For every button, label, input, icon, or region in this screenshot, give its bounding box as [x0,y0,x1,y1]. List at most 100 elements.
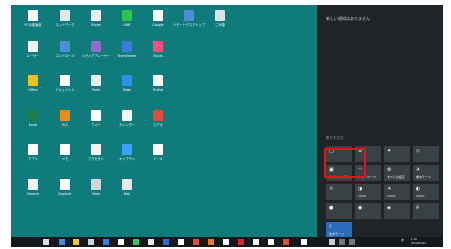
quick-action-tile[interactable]: ⌾ [413,203,439,219]
mail-taskbar-icon[interactable] [103,239,109,245]
app-icon [91,10,101,21]
quick-action-tile[interactable]: ☀ 100% [384,184,410,200]
network-icon[interactable] [380,239,386,245]
desktop-icon[interactable]: アクセサリ [79,142,113,172]
app-icon [153,144,163,155]
quick-action-tile[interactable]: ✦ [384,146,410,162]
desktop-icon[interactable]: カレンダー [110,108,144,138]
desktop-icon[interactable]: Firefox [141,73,175,103]
app-icon [122,41,132,52]
app-taskbar-icon-7[interactable] [223,239,229,245]
quick-action-tile[interactable]: ◈ [384,203,410,219]
desktop-icon[interactable]: コントロール [48,39,82,69]
app-icon [60,41,70,52]
app-taskbar-icon-1[interactable] [118,239,124,245]
desktop-icon[interactable]: Skype [79,8,113,38]
desktop-icon[interactable]: フォト [79,108,113,138]
app-taskbar-icon-2[interactable] [133,239,139,245]
app-icon [153,41,163,52]
quick-action-tile[interactable]: ● [326,203,352,219]
quick-action-tile[interactable]: ☾ 集中モード [326,222,352,238]
app-taskbar-icon-12[interactable] [301,239,307,245]
clock[interactable]: 1:16 2019/03/01 [411,238,426,245]
app-taskbar-icon-11[interactable] [283,239,289,245]
search-icon[interactable] [29,239,35,245]
app-icon [60,10,70,21]
quick-action-tile[interactable]: ◉ [355,203,381,219]
desktop-icon[interactable]: VLC [48,108,82,138]
desktop-icon[interactable]: Edge [110,73,144,103]
desktop-icon[interactable]: ネットワーク [48,8,82,38]
desktop-icon[interactable]: LINE [110,8,144,38]
app-icon [153,75,163,86]
desktop-icon[interactable]: ビデオ [141,108,175,138]
desktop-icon[interactable]: ごみ箱 [203,8,237,38]
quick-action-tile[interactable]: ✈ 機内モード [413,165,439,181]
desktop-icon[interactable]: PCの最適化 [16,8,50,38]
desktop-icon-label: キャプチャ [119,157,135,161]
desktop-icon[interactable]: iTunes [141,39,175,69]
desktop-icon-label: TeamViewer [117,54,137,58]
desktop-icon[interactable]: ツール [141,142,175,172]
action-center-panel: 新しい通知はありません 折りたたむ □ ⚙ ✦ ◇ ▣ タブレットモード ◠ ネットワーク ⚙ す… [317,5,443,238]
app-icon [91,110,101,121]
desktop-icon[interactable]: Chrome [16,177,50,207]
app-taskbar-icon-8[interactable] [238,239,244,245]
quick-action-icon: ◑ [358,186,363,192]
chrome-taskbar-icon[interactable] [178,239,184,245]
tray-app-icon[interactable] [329,239,335,245]
quick-action-label: 100% [358,194,367,198]
quick-action-label: 100% [416,194,425,198]
ime-indicator[interactable]: あ [401,238,404,242]
quick-action-tile[interactable]: ◐ 100% [413,184,439,200]
app-taskbar-icon-9[interactable] [253,239,259,245]
desktop-icon[interactable]: TeamViewer [110,39,144,69]
app-taskbar-icon-10[interactable] [268,239,274,245]
desktop-icon-label: PCの最適化 [24,23,42,27]
tray-icon-3[interactable] [349,239,355,245]
desktop-icon[interactable]: アプリ [16,142,50,172]
app-taskbar-icon-6[interactable] [208,239,214,245]
desktop-icon[interactable]: ドキュメント [48,73,82,103]
desktop-icon[interactable]: ユーザー [16,39,50,69]
desktop-icon-label: Explorer [58,192,72,196]
desktop-icon-label: ネットワーク [55,23,75,27]
quick-action-icon: ⌾ [416,205,420,211]
volume-icon[interactable] [389,239,395,245]
desktop-icon[interactable]: Paint [79,73,113,103]
desktop-icon[interactable]: Mail [110,177,144,207]
quick-action-icon: ⚙ [387,167,392,173]
desktop-icon[interactable]: リモートデスクトップ [172,8,206,38]
quick-action-icon: ◐ [416,186,421,192]
app-taskbar-icon-3[interactable] [148,239,154,245]
show-hidden-icons-icon[interactable] [371,239,377,245]
quick-action-icon: ☾ [329,224,334,230]
tray-icon-2[interactable] [339,239,345,245]
desktop-icon[interactable]: メディアプレーヤー [79,39,113,69]
desktop-icon[interactable]: Office [16,73,50,103]
desktop-icon[interactable]: メモ [48,142,82,172]
app-taskbar-icon-4[interactable] [163,239,169,245]
desktop-icon[interactable]: Excel [16,108,50,138]
quick-action-tile[interactable]: ◑ 100% [355,184,381,200]
desktop-icon-label: iTunes [152,54,163,58]
quick-action-tile[interactable]: ◇ [413,146,439,162]
quick-action-tile[interactable]: ☼ [326,184,352,200]
explorer-taskbar-icon[interactable] [73,239,79,245]
desktop-icon-label: VLC [61,123,69,127]
store-taskbar-icon[interactable] [88,239,94,245]
quick-action-tile[interactable]: ⚙ すべての設定 [384,165,410,181]
start-icon[interactable] [14,239,20,245]
task-view-icon[interactable] [43,239,49,245]
action-center-icon[interactable] [435,239,441,245]
desktop-icon[interactable]: Explorer [48,177,82,207]
collapse-link[interactable]: 折りたたむ [326,136,344,141]
app-icon [60,144,70,155]
desktop-icon[interactable]: Store [79,177,113,207]
desktop-icon[interactable]: キャプチャ [110,142,144,172]
desktop-icon-label: ビデオ [153,123,163,127]
app-icon [60,110,70,121]
app-taskbar-icon-5[interactable] [193,239,199,245]
desktop-icon[interactable]: Google [141,8,175,38]
edge-taskbar-icon[interactable] [59,239,65,245]
